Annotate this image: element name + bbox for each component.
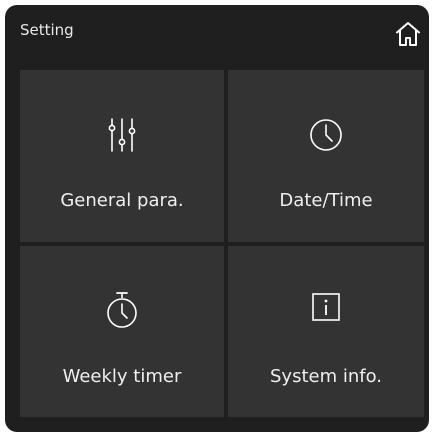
system-info-tile[interactable]: System info. [228,246,424,417]
home-button[interactable] [393,19,423,49]
general-para-tile[interactable]: General para. [20,70,224,242]
system-info-label: System info. [269,366,382,387]
settings-screen: Setting General para. Date/Time Weekly t… [5,5,429,432]
header-bar: Setting [5,5,429,60]
date-time-label: Date/Time [279,190,373,211]
sliders-icon [108,118,136,152]
settings-grid: General para. Date/Time Weekly timer Sys… [20,70,424,417]
home-icon [396,22,420,46]
weekly-timer-tile[interactable]: Weekly timer [20,246,224,417]
date-time-tile[interactable]: Date/Time [228,70,424,242]
stopwatch-icon [107,292,137,328]
clock-icon [310,119,342,151]
general-para-label: General para. [60,190,184,211]
weekly-timer-label: Weekly timer [62,366,182,387]
info-icon [312,293,340,321]
page-title: Setting [20,21,74,39]
